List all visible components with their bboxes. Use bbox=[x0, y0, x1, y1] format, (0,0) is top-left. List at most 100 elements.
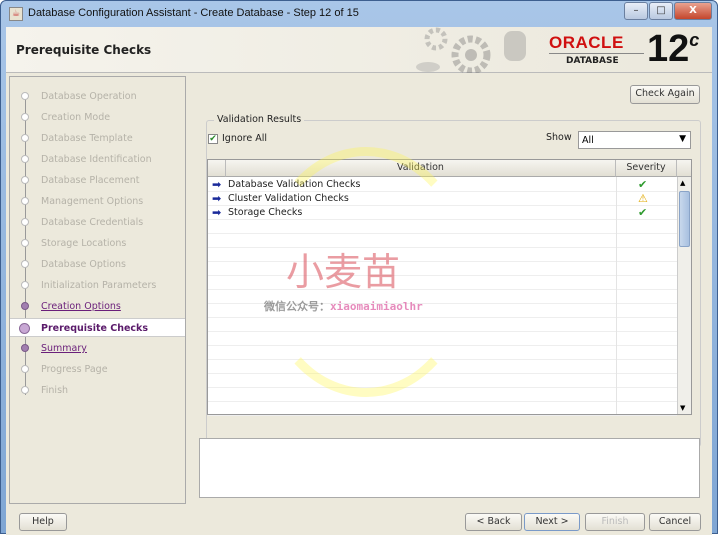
java-app-icon: ☕ bbox=[9, 7, 23, 21]
sidebar-step: Management Options bbox=[10, 192, 185, 211]
sidebar-step: Initialization Parameters bbox=[10, 276, 185, 295]
title-bar: ☕ Database Configuration Assistant - Cre… bbox=[1, 1, 717, 27]
step-label: Creation Mode bbox=[41, 112, 111, 123]
step-indicator-icon bbox=[21, 302, 29, 310]
sidebar-step: Creation Mode bbox=[10, 108, 185, 127]
steps-sidebar: Database Operation Creation Mode Database … bbox=[9, 76, 186, 504]
empty-row bbox=[208, 262, 677, 276]
column-header-severity[interactable]: Severity bbox=[616, 160, 677, 177]
scroll-thumb[interactable] bbox=[679, 191, 690, 247]
next-button[interactable]: Next > bbox=[524, 513, 580, 531]
step-indicator-icon bbox=[21, 218, 29, 226]
step-indicator-icon bbox=[21, 92, 29, 100]
column-header-validation[interactable]: Validation bbox=[226, 160, 616, 177]
empty-row bbox=[208, 234, 677, 248]
validation-results-title: Validation Results bbox=[214, 114, 305, 125]
step-indicator-icon bbox=[21, 386, 29, 394]
ignore-all-checkbox[interactable]: ✔ bbox=[208, 134, 218, 144]
table-row[interactable]: ➡ Storage Checks ✔ bbox=[208, 206, 677, 220]
row-header-corner bbox=[208, 160, 226, 177]
show-label: Show bbox=[546, 132, 572, 143]
step-indicator-icon bbox=[21, 281, 29, 289]
show-selected-value: All bbox=[582, 135, 594, 146]
validation-name: Cluster Validation Checks bbox=[228, 193, 349, 204]
show-dropdown[interactable]: All ▼ bbox=[578, 131, 691, 149]
sidebar-step[interactable]: Creation Options bbox=[10, 297, 185, 316]
header-filler bbox=[677, 160, 691, 177]
dialog-body: Prerequisite Checks ORACLE DATABASE 12c … bbox=[6, 27, 712, 535]
step-label: Prerequisite Checks bbox=[41, 323, 149, 334]
step-indicator-icon bbox=[21, 260, 29, 268]
step-indicator-icon bbox=[21, 344, 29, 352]
maximize-button[interactable]: □ bbox=[649, 2, 673, 20]
step-label: Database Identification bbox=[41, 154, 152, 165]
step-label: Progress Page bbox=[41, 364, 108, 375]
table-row[interactable]: ➡ Cluster Validation Checks ⚠ bbox=[208, 192, 677, 206]
arrow-right-icon: ➡ bbox=[212, 206, 222, 219]
table-scrollbar[interactable]: ▲ ▼ bbox=[677, 177, 691, 414]
version-logo: 12c bbox=[647, 28, 699, 71]
empty-row bbox=[208, 318, 677, 332]
sidebar-step: Storage Locations bbox=[10, 234, 185, 253]
step-indicator-icon bbox=[21, 113, 29, 121]
step-label: Storage Locations bbox=[41, 238, 127, 249]
scroll-up-icon[interactable]: ▲ bbox=[680, 179, 685, 187]
step-label: Summary bbox=[41, 343, 87, 354]
arrow-right-icon: ➡ bbox=[212, 192, 222, 205]
empty-row bbox=[208, 332, 677, 346]
step-indicator-icon bbox=[21, 239, 29, 247]
oracle-logo: ORACLE bbox=[549, 33, 624, 52]
validation-table: Validation Severity ➡ Database Validation… bbox=[207, 159, 692, 416]
step-label: Management Options bbox=[41, 196, 144, 207]
logo-divider bbox=[549, 53, 644, 54]
back-button[interactable]: < Back bbox=[465, 513, 522, 531]
sidebar-step: Database Identification bbox=[10, 150, 185, 169]
empty-row bbox=[208, 346, 677, 360]
check-again-button[interactable]: Check Again bbox=[630, 85, 700, 104]
success-check-icon: ✔ bbox=[638, 178, 648, 191]
finish-button: Finish bbox=[585, 513, 645, 531]
step-label: Initialization Parameters bbox=[41, 280, 157, 291]
version-number: 12 bbox=[647, 28, 690, 70]
step-indicator-icon bbox=[21, 155, 29, 163]
step-indicator-icon bbox=[21, 365, 29, 373]
empty-row bbox=[208, 388, 677, 402]
empty-row bbox=[208, 374, 677, 388]
validation-name: Database Validation Checks bbox=[228, 179, 361, 190]
step-indicator-icon bbox=[21, 176, 29, 184]
close-button[interactable]: X bbox=[674, 2, 712, 20]
header-banner: Prerequisite Checks ORACLE DATABASE 12c bbox=[6, 27, 712, 73]
page-title: Prerequisite Checks bbox=[16, 43, 152, 57]
empty-row bbox=[208, 290, 677, 304]
column-divider bbox=[616, 177, 617, 414]
empty-row bbox=[208, 402, 677, 416]
sidebar-step: Progress Page bbox=[10, 360, 185, 379]
window-title: Database Configuration Assistant - Creat… bbox=[28, 7, 359, 19]
ignore-all-label: Ignore All bbox=[222, 133, 268, 144]
step-label: Finish bbox=[41, 385, 69, 396]
step-label: Database Credentials bbox=[41, 217, 144, 228]
help-button[interactable]: Help bbox=[19, 513, 67, 531]
window: ☕ Database Configuration Assistant - Cre… bbox=[0, 0, 718, 535]
database-label: DATABASE bbox=[566, 56, 619, 66]
step-indicator-icon bbox=[21, 197, 29, 205]
step-indicator-icon bbox=[21, 134, 29, 142]
table-row[interactable]: ➡ Database Validation Checks ✔ bbox=[208, 178, 677, 192]
cancel-button[interactable]: Cancel bbox=[649, 513, 701, 531]
sidebar-step: Prerequisite Checks bbox=[10, 318, 185, 337]
validation-name: Storage Checks bbox=[228, 207, 303, 218]
step-indicator-icon bbox=[19, 323, 30, 334]
step-label: Database Placement bbox=[41, 175, 140, 186]
scroll-down-icon[interactable]: ▼ bbox=[680, 404, 685, 412]
empty-row bbox=[208, 360, 677, 374]
sidebar-step[interactable]: Summary bbox=[10, 339, 185, 358]
version-suffix: c bbox=[689, 30, 700, 50]
step-label: Database Options bbox=[41, 259, 127, 270]
details-panel bbox=[199, 438, 700, 498]
sidebar-step: Database Operation bbox=[10, 87, 185, 106]
sidebar-step: Database Options bbox=[10, 255, 185, 274]
minimize-button[interactable]: – bbox=[624, 2, 648, 20]
empty-row bbox=[208, 304, 677, 318]
step-label: Creation Options bbox=[41, 301, 121, 312]
sidebar-step: Database Placement bbox=[10, 171, 185, 190]
